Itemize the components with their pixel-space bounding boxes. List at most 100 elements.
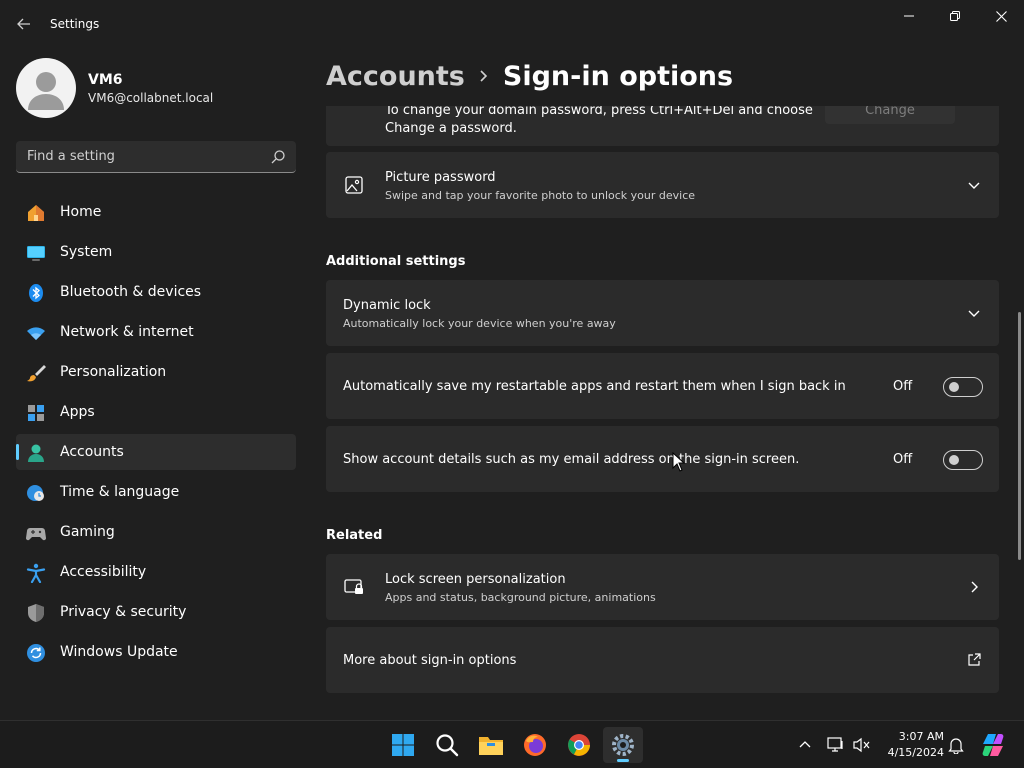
breadcrumb-parent[interactable]: Accounts <box>326 61 465 92</box>
title-bar: Settings <box>0 0 1024 48</box>
sidebar-item-personalization[interactable]: Personalization <box>16 354 296 390</box>
chevron-up-icon <box>799 741 811 748</box>
search-icon <box>436 734 459 757</box>
app-title: Settings <box>50 17 100 31</box>
picture-password-title: Picture password <box>385 170 496 185</box>
restart-apps-toggle[interactable] <box>943 377 983 397</box>
firefox-icon <box>524 734 546 756</box>
minimize-icon <box>904 15 914 17</box>
sidebar-item-label: Privacy & security <box>60 604 187 620</box>
taskbar-start-button[interactable] <box>383 727 423 763</box>
toggle-knob <box>949 382 959 392</box>
lock-screen-icon <box>344 579 363 594</box>
taskbar-firefox[interactable] <box>515 727 555 763</box>
search-box[interactable] <box>16 141 296 173</box>
sidebar-item-network[interactable]: Network & internet <box>16 314 296 350</box>
lock-screen-subtitle: Apps and status, background picture, ani… <box>385 591 656 604</box>
change-password-button[interactable]: Change <box>825 106 955 124</box>
mouse-cursor-icon <box>672 452 686 472</box>
dynamic-lock-title: Dynamic lock <box>343 298 431 313</box>
sidebar-item-label: Bluetooth & devices <box>60 284 202 300</box>
sidebar-item-label: System <box>60 244 113 260</box>
globe-clock-icon <box>27 485 44 501</box>
dynamic-lock-card[interactable]: Dynamic lock Automatically lock your dev… <box>326 280 999 346</box>
volume-muted-icon <box>853 737 870 753</box>
picture-password-card[interactable]: Picture password Swipe and tap your favo… <box>326 152 999 218</box>
account-details-toggle[interactable] <box>943 450 983 470</box>
clock-time: 3:07 AM <box>898 730 944 743</box>
sidebar-item-home[interactable]: Home <box>16 194 296 230</box>
taskbar-settings[interactable] <box>603 727 643 763</box>
person-silhouette-icon <box>28 72 64 110</box>
chevron-down-icon[interactable] <box>967 306 981 320</box>
tray-notifications[interactable] <box>946 735 966 755</box>
taskbar-search-button[interactable] <box>427 727 467 763</box>
additional-settings-heading: Additional settings <box>326 254 466 269</box>
external-link-icon[interactable] <box>967 653 981 667</box>
more-about-title: More about sign-in options <box>343 653 517 668</box>
wifi-icon <box>27 327 45 340</box>
restart-apps-title: Automatically save my restartable apps a… <box>343 379 846 394</box>
restore-icon <box>950 11 960 21</box>
bell-icon <box>948 738 964 754</box>
sidebar-nav: Home System Bluetooth & devices Network … <box>16 194 296 674</box>
password-text-line1: To change your domain password, press Ct… <box>385 106 813 118</box>
apps-icon <box>28 405 44 421</box>
minimize-button[interactable] <box>886 0 932 32</box>
restart-apps-toggle-group: Off <box>893 377 983 397</box>
shield-icon <box>28 604 44 622</box>
sidebar-item-label: Accessibility <box>60 564 147 580</box>
avatar <box>16 58 76 118</box>
back-arrow-icon <box>17 18 30 30</box>
back-button[interactable] <box>8 10 40 38</box>
account-details-toggle-group: Off <box>893 450 983 470</box>
toggle-state-label: Off <box>893 452 913 467</box>
sidebar-item-label: Home <box>60 204 102 220</box>
close-button[interactable] <box>978 0 1024 32</box>
chevron-right-icon[interactable] <box>967 580 981 594</box>
sidebar-item-system[interactable]: System <box>16 234 296 270</box>
toggle-state-label: Off <box>893 379 913 394</box>
taskbar-chrome[interactable] <box>559 727 599 763</box>
tray-volume[interactable] <box>852 735 872 755</box>
home-icon <box>28 205 44 221</box>
toggle-knob <box>949 455 959 465</box>
taskbar-file-explorer[interactable] <box>471 727 511 763</box>
copilot-icon <box>982 734 1004 756</box>
sidebar-item-label: Apps <box>60 404 95 420</box>
accessibility-icon <box>26 563 46 583</box>
lock-screen-title: Lock screen personalization <box>385 572 566 587</box>
related-heading: Related <box>326 528 383 543</box>
sidebar-item-gaming[interactable]: Gaming <box>16 514 296 550</box>
lock-screen-card[interactable]: Lock screen personalization Apps and sta… <box>326 554 999 620</box>
sidebar-item-apps[interactable]: Apps <box>16 394 296 430</box>
tray-copilot[interactable] <box>980 732 1006 758</box>
picture-icon <box>345 176 363 194</box>
more-about-card[interactable]: More about sign-in options <box>326 627 999 693</box>
sidebar-item-accounts[interactable]: Accounts <box>16 434 296 470</box>
taskbar-clock[interactable]: 3:07 AM 4/15/2024 <box>880 729 944 761</box>
account-details-title: Show account details such as my email ad… <box>343 452 800 467</box>
search-icon[interactable] <box>270 149 286 165</box>
account-details-card: Show account details such as my email ad… <box>326 426 999 492</box>
chevron-right-icon <box>479 69 489 83</box>
clock-date: 4/15/2024 <box>887 746 944 759</box>
system-icon <box>27 246 45 261</box>
sidebar-item-windows-update[interactable]: Windows Update <box>16 634 296 670</box>
chevron-down-icon[interactable] <box>967 178 981 192</box>
taskbar: 3:07 AM 4/15/2024 <box>0 720 1024 768</box>
start-icon <box>392 734 414 756</box>
scrollbar-thumb[interactable] <box>1018 312 1021 560</box>
sidebar-item-bluetooth[interactable]: Bluetooth & devices <box>16 274 296 310</box>
gamepad-icon <box>26 528 46 541</box>
tray-network[interactable] <box>826 735 846 755</box>
sidebar-item-label: Network & internet <box>60 324 194 340</box>
sidebar-item-time-language[interactable]: Time & language <box>16 474 296 510</box>
sidebar-item-privacy[interactable]: Privacy & security <box>16 594 296 630</box>
sidebar-item-accessibility[interactable]: Accessibility <box>16 554 296 590</box>
tray-overflow-button[interactable] <box>795 735 815 755</box>
search-input[interactable] <box>16 141 256 172</box>
file-explorer-icon <box>479 737 503 755</box>
restore-button[interactable] <box>932 0 978 32</box>
breadcrumb: Accounts Sign-in options <box>326 58 733 94</box>
